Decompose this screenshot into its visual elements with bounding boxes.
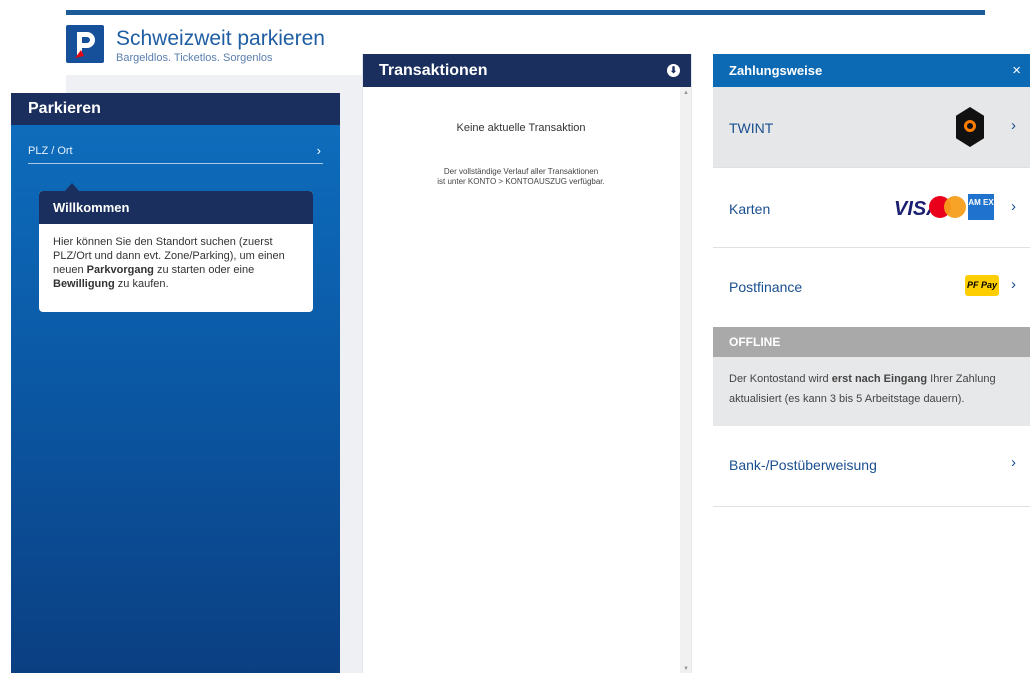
transaktionen-panel: Transaktionen ⬇ Keine aktuelle Transakti… bbox=[362, 54, 692, 673]
welcome-text-strong: Parkvorgang bbox=[86, 264, 154, 276]
close-icon[interactable]: × bbox=[1012, 54, 1021, 88]
payment-method-karten[interactable]: Karten VISA AM EX › bbox=[713, 168, 1030, 248]
note-line: ist unter KONTO > KONTOAUSZUG verfügbar. bbox=[437, 177, 605, 186]
scroll-down-icon[interactable]: ▼ bbox=[683, 666, 689, 672]
welcome-title: Willkommen bbox=[39, 191, 313, 224]
payment-method-bank-transfer[interactable]: Bank-/Postüberweisung › bbox=[713, 426, 1030, 507]
payment-method-postfinance[interactable]: Postfinance PF Pay › bbox=[713, 248, 1030, 326]
payment-method-label: Bank-/Postüberweisung bbox=[729, 457, 877, 473]
twint-logo-icon bbox=[956, 107, 984, 147]
parkieren-panel: Parkieren PLZ / Ort › Willkommen Hier kö… bbox=[11, 93, 340, 673]
note-line: Der vollständige Verlauf aller Transakti… bbox=[443, 167, 599, 176]
welcome-text-strong: Bewilligung bbox=[53, 278, 115, 290]
chevron-right-icon: › bbox=[316, 143, 321, 158]
welcome-text-part: zu kaufen. bbox=[114, 278, 169, 290]
offline-note-part: Der Kontostand wird bbox=[729, 373, 832, 385]
transaktionen-header: Transaktionen ⬇ bbox=[363, 54, 691, 87]
zahlungsweise-panel: Zahlungsweise × TWINT › Karten VISA AM E… bbox=[713, 54, 1030, 673]
app-subtitle: Bargeldlos. Ticketlos. Sorgenlos bbox=[116, 52, 273, 64]
chevron-right-icon: › bbox=[1011, 117, 1016, 134]
amex-logo-icon: AM EX bbox=[968, 194, 994, 220]
download-icon[interactable]: ⬇ bbox=[667, 64, 680, 77]
pfpay-logo-icon: PF Pay bbox=[965, 275, 999, 296]
scroll-up-icon[interactable]: ▲ bbox=[683, 90, 689, 96]
app-title: Schweizweit parkieren bbox=[116, 27, 325, 50]
zahlungsweise-title: Zahlungsweise bbox=[729, 63, 823, 78]
scrollbar[interactable] bbox=[680, 87, 691, 673]
transactions-history-note: Der vollständige Verlauf aller Transakti… bbox=[363, 167, 679, 187]
payment-method-label: TWINT bbox=[729, 120, 774, 136]
offline-note: Der Kontostand wird erst nach Eingang Ih… bbox=[713, 357, 1030, 426]
location-search-label: PLZ / Ort bbox=[28, 145, 73, 157]
zahlungsweise-header: Zahlungsweise × bbox=[713, 54, 1030, 87]
payment-method-label: Postfinance bbox=[729, 279, 803, 295]
amex-logo-text: AM EX bbox=[968, 198, 994, 207]
chevron-right-icon: › bbox=[1011, 276, 1016, 293]
welcome-text-part: zu starten oder eine bbox=[153, 264, 255, 276]
offline-section-header: OFFLINE bbox=[713, 327, 1030, 357]
payment-method-twint[interactable]: TWINT › bbox=[713, 87, 1030, 168]
location-search-field[interactable]: PLZ / Ort › bbox=[28, 143, 323, 164]
top-accent-bar bbox=[66, 10, 985, 15]
welcome-text: Hier können Sie den Standort suchen (zue… bbox=[39, 224, 313, 291]
welcome-tooltip: Willkommen Hier können Sie den Standort … bbox=[39, 191, 313, 312]
tooltip-arrow bbox=[65, 183, 79, 191]
chevron-right-icon: › bbox=[1011, 454, 1016, 471]
mastercard-logo-icon bbox=[944, 196, 966, 218]
empty-transactions-text: Keine aktuelle Transaktion bbox=[456, 122, 586, 134]
transaktionen-title: Transaktionen bbox=[379, 62, 488, 79]
offline-note-strong: erst nach Eingang bbox=[831, 373, 928, 385]
chevron-right-icon: › bbox=[1011, 198, 1016, 215]
parkieren-title: Parkieren bbox=[11, 93, 340, 125]
payment-method-label: Karten bbox=[729, 201, 771, 217]
app-logo-icon bbox=[66, 25, 104, 63]
